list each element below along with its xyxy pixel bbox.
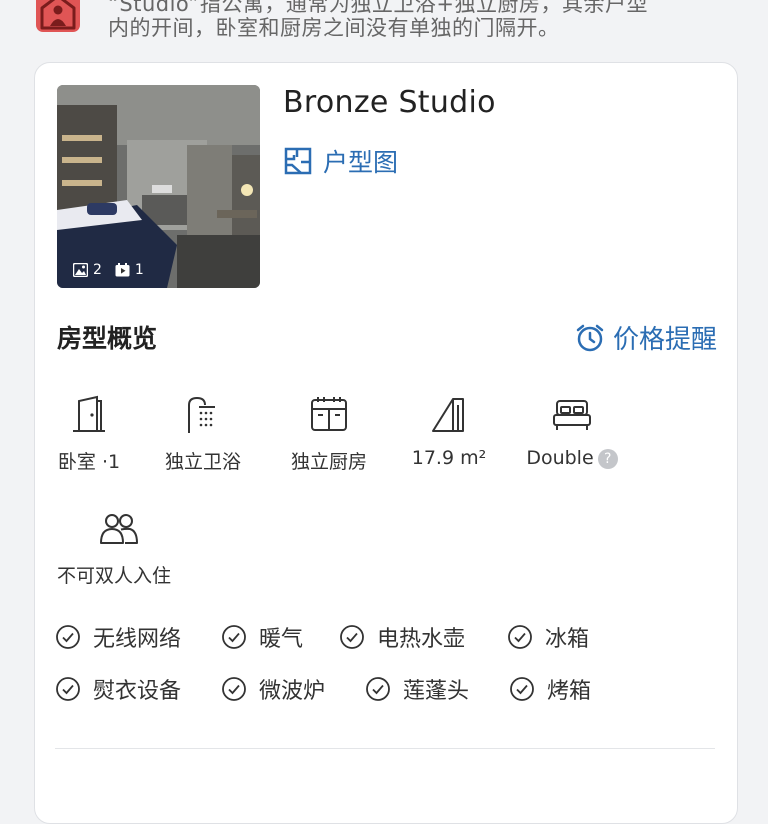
amenity-label: 烤箱 bbox=[547, 679, 592, 704]
bed-icon bbox=[553, 400, 591, 430]
check-circle-icon bbox=[56, 625, 80, 649]
amenity-label: 暖气 bbox=[259, 627, 304, 652]
amenity-item: 冰箱 bbox=[507, 621, 589, 653]
room-photo-illustration bbox=[57, 85, 260, 288]
feature-bed: Double? bbox=[507, 395, 637, 469]
check-circle-icon bbox=[510, 677, 534, 701]
feature-kitchen-label: 独立厨房 bbox=[290, 451, 367, 473]
feature-occupancy-label: 不可双人入住 bbox=[57, 565, 172, 587]
people-icon bbox=[100, 514, 138, 544]
check-circle-icon bbox=[56, 677, 80, 701]
feature-area: 17.9 m² bbox=[399, 395, 499, 469]
feature-occupancy: 不可双人入住 bbox=[57, 509, 207, 588]
amenity-item: 烤箱 bbox=[509, 673, 591, 705]
media-counts: 2 1 bbox=[73, 262, 144, 278]
video-icon bbox=[115, 263, 130, 277]
room-card: 2 1 Bronze Studio 户型图 房型概览 价格提醒 卧室 ·1 独立… bbox=[34, 62, 738, 824]
check-circle-icon bbox=[508, 625, 532, 649]
check-circle-icon bbox=[340, 625, 364, 649]
image-icon bbox=[73, 263, 88, 277]
studio-note: “Studio”指公寓，通常为独立卫浴+独立厨房，其余户型 内的开间，卧室和厨房… bbox=[0, 0, 768, 62]
amenity-item: 无线网络 bbox=[55, 621, 181, 653]
alarm-clock-icon bbox=[576, 324, 604, 351]
feature-bedroom-label: 卧室 ·1 bbox=[57, 451, 121, 473]
photo-count: 2 bbox=[93, 262, 102, 278]
check-circle-icon bbox=[222, 677, 246, 701]
video-count: 1 bbox=[134, 262, 144, 278]
floorplan-label: 户型图 bbox=[323, 148, 399, 177]
feature-kitchen: 独立厨房 bbox=[279, 395, 379, 474]
house-icon bbox=[36, 0, 80, 32]
feature-bathroom: 独立卫浴 bbox=[153, 395, 253, 474]
price-alert-button[interactable]: 价格提醒 bbox=[575, 319, 717, 356]
floorplan-link[interactable]: 户型图 bbox=[283, 143, 398, 179]
feature-area-label: 17.9 m² bbox=[411, 447, 487, 469]
floorplan-icon bbox=[284, 147, 312, 175]
overview-title: 房型概览 bbox=[57, 324, 158, 353]
feature-bathroom-label: 独立卫浴 bbox=[164, 451, 241, 473]
help-icon[interactable]: ? bbox=[597, 448, 618, 469]
note-text-line2: 内的开间，卧室和厨房之间没有单独的门隔开。 bbox=[108, 16, 560, 40]
shower-icon bbox=[188, 396, 215, 433]
divider bbox=[55, 748, 715, 749]
door-icon bbox=[73, 395, 105, 432]
room-photo[interactable]: 2 1 bbox=[57, 85, 260, 288]
amenity-label: 莲蓬头 bbox=[403, 679, 470, 704]
amenity-item: 电热水壶 bbox=[339, 621, 465, 653]
amenity-item: 暖气 bbox=[221, 621, 303, 653]
amenity-label: 微波炉 bbox=[259, 679, 326, 704]
amenity-item: 微波炉 bbox=[221, 673, 325, 705]
feature-bedroom: 卧室 ·1 bbox=[39, 395, 139, 474]
amenity-label: 冰箱 bbox=[545, 627, 590, 652]
kitchen-icon bbox=[311, 397, 347, 431]
feature-bed-label: Double bbox=[526, 447, 594, 469]
amenity-label: 熨衣设备 bbox=[93, 679, 182, 704]
amenity-label: 无线网络 bbox=[93, 627, 182, 652]
area-icon bbox=[432, 398, 464, 432]
check-circle-icon bbox=[366, 677, 390, 701]
price-alert-label: 价格提醒 bbox=[612, 325, 717, 355]
check-circle-icon bbox=[222, 625, 246, 649]
amenity-item: 莲蓬头 bbox=[365, 673, 469, 705]
amenity-item: 熨衣设备 bbox=[55, 673, 181, 705]
room-title: Bronze Studio bbox=[283, 85, 496, 120]
amenity-label: 电热水壶 bbox=[377, 627, 466, 652]
